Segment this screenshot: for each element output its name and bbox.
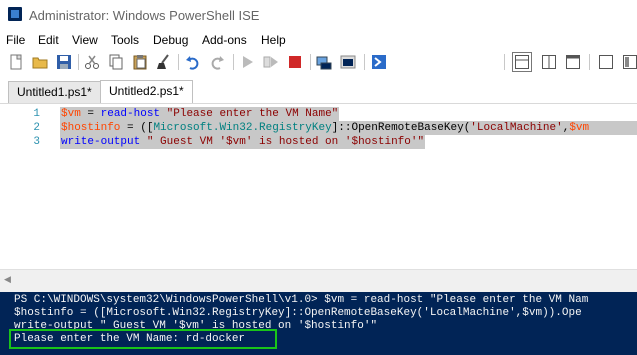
show-script-pane-top-button[interactable] <box>512 52 532 72</box>
menu-addons[interactable]: Add-ons <box>202 33 247 47</box>
menu-help[interactable]: Help <box>261 33 286 47</box>
menu-view[interactable]: View <box>72 33 98 47</box>
layout-maximized-icon <box>566 55 580 69</box>
tab-untitled1[interactable]: Untitled1.ps1* <box>8 81 101 103</box>
tab-untitled2[interactable]: Untitled2.ps1* <box>100 80 193 103</box>
horizontal-scrollbar[interactable]: ◀ <box>0 269 637 287</box>
menu-tools[interactable]: Tools <box>111 33 139 47</box>
powershell-icon <box>340 55 356 69</box>
run-script-button[interactable] <box>237 52 257 72</box>
title-bar: Administrator: Windows PowerShell ISE <box>0 0 637 30</box>
copy-icon <box>109 54 123 70</box>
redo-button[interactable] <box>207 52 227 72</box>
window-title: Administrator: Windows PowerShell ISE <box>29 8 260 23</box>
scissors-icon <box>85 55 99 69</box>
start-powershell-button[interactable] <box>338 52 358 72</box>
redo-icon <box>211 56 224 70</box>
stop-button[interactable] <box>285 52 305 72</box>
toolbar-separator <box>78 54 79 70</box>
toolbar-separator <box>364 54 365 70</box>
menu-file[interactable]: File <box>6 33 25 47</box>
line-number: 3 <box>33 136 40 148</box>
command-addon-icon <box>623 55 637 69</box>
menu-bar: File Edit View Tools Debug Add-ons Help <box>0 31 637 49</box>
code-line-2: $hostinfo = ([Microsoft.Win32.RegistryKe… <box>60 121 637 135</box>
run-selection-button[interactable] <box>261 52 281 72</box>
run-selection-icon <box>263 56 278 68</box>
undo-icon <box>186 56 199 70</box>
new-file-icon <box>10 54 22 70</box>
line-number: 2 <box>33 122 40 134</box>
powershell-console-button[interactable] <box>369 52 389 72</box>
line-number-gutter: 1 2 3 <box>0 104 58 270</box>
powershell-prompt-icon <box>372 55 386 69</box>
save-icon <box>57 55 71 69</box>
clipboard-icon <box>133 55 147 70</box>
open-button[interactable] <box>30 52 50 72</box>
save-button[interactable] <box>54 52 74 72</box>
toolbar-separator <box>233 54 234 70</box>
script-editor[interactable]: 1 2 3 $vm = read-host "Please enter the … <box>0 104 637 270</box>
menu-edit[interactable]: Edit <box>38 33 59 47</box>
copy-button[interactable] <box>106 52 126 72</box>
paste-button[interactable] <box>130 52 150 72</box>
layout-right-icon <box>542 55 556 69</box>
undo-button[interactable] <box>183 52 203 72</box>
remote-computer-icon <box>316 56 332 70</box>
console-line: $hostinfo = ([Microsoft.Win32.RegistryKe… <box>14 307 582 319</box>
broom-icon <box>157 54 169 69</box>
command-pane-icon <box>599 55 613 69</box>
show-script-pane-maximized-button[interactable] <box>563 52 583 72</box>
powershell-ise-icon <box>8 7 22 21</box>
toolbar <box>0 49 637 75</box>
scroll-left-icon[interactable]: ◀ <box>4 274 11 285</box>
show-command-pane-button[interactable] <box>596 52 616 72</box>
layout-top-icon <box>515 55 529 69</box>
toolbar-separator <box>589 54 590 70</box>
new-script-button[interactable] <box>6 52 26 72</box>
console-line: PS C:\WINDOWS\system32\WindowsPowerShell… <box>14 294 589 306</box>
toolbar-separator <box>310 54 311 70</box>
code-line-1: $vm = read-host "Please enter the VM Nam… <box>60 107 340 121</box>
show-command-addon-button[interactable] <box>620 52 637 72</box>
toolbar-separator <box>504 54 505 70</box>
folder-open-icon <box>32 57 48 69</box>
highlight-box <box>9 329 277 349</box>
play-icon <box>243 56 253 68</box>
stop-icon <box>289 56 301 68</box>
show-script-pane-right-button[interactable] <box>539 52 559 72</box>
cut-button[interactable] <box>82 52 102 72</box>
menu-debug[interactable]: Debug <box>153 33 188 47</box>
new-remote-tab-button[interactable] <box>314 52 334 72</box>
clear-button[interactable] <box>154 52 174 72</box>
code-line-3: write-output " Guest VM '$vm' is hosted … <box>60 135 426 149</box>
line-number: 1 <box>33 108 40 120</box>
script-tabs: Untitled1.ps1* Untitled2.ps1* <box>0 75 637 104</box>
toolbar-separator <box>178 54 179 70</box>
